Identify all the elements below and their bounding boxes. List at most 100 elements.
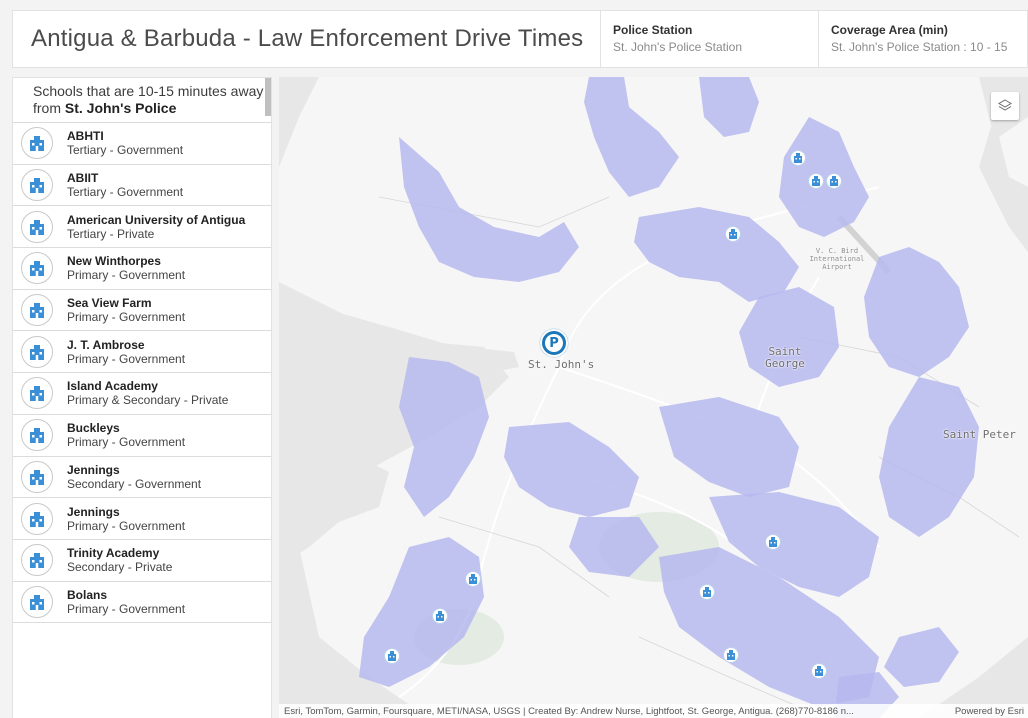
- school-icon: [815, 666, 823, 676]
- school-text: ABIIT Tertiary - Government: [67, 171, 183, 199]
- layer-list-button[interactable]: [991, 92, 1019, 120]
- school-icon: [21, 460, 53, 493]
- coverage-area-selector[interactable]: Coverage Area (min) St. John's Police St…: [818, 11, 1027, 67]
- panel-scrollbar[interactable]: [265, 78, 271, 116]
- schools-panel: Schools that are 10-15 minutes away from…: [12, 77, 272, 718]
- school-type: Primary - Government: [67, 351, 186, 366]
- map-view[interactable]: St. John's Saint George Saint Peter V. C…: [279, 77, 1028, 718]
- school-icon: [436, 611, 444, 621]
- school-type: Primary - Government: [67, 310, 186, 325]
- school-type: Primary - Government: [67, 601, 186, 616]
- school-marker[interactable]: [465, 571, 481, 587]
- police-station-value: St. John's Police Station: [613, 40, 743, 54]
- school-icon: [21, 585, 53, 618]
- map-label-saint-peter: Saint Peter: [943, 428, 1016, 441]
- map-label-st-johns: St. John's: [528, 358, 595, 371]
- school-text: Island Academy Primary & Secondary - Priv…: [67, 379, 228, 407]
- school-name: American University of Antigua: [67, 212, 246, 227]
- school-text: Jennings Secondary - Government: [67, 463, 201, 491]
- school-list-item[interactable]: Island Academy Primary & Secondary - Priv…: [13, 373, 271, 415]
- app-root: Antigua & Barbuda - Law Enforcement Driv…: [0, 0, 1028, 718]
- school-text: Bolans Primary - Government: [67, 588, 185, 616]
- police-station-selector[interactable]: Police Station St. John's Police Station: [600, 11, 818, 67]
- school-icon: [727, 650, 735, 660]
- school-text: J. T. Ambrose Primary - Government: [67, 338, 185, 366]
- school-marker[interactable]: [384, 648, 400, 664]
- school-name: Jennings: [67, 504, 120, 519]
- coverage-area-value: St. John's Police Station : 10 - 15: [831, 40, 1008, 54]
- school-list-item[interactable]: Trinity Academy Secondary - Private: [13, 539, 271, 582]
- school-list-item[interactable]: New Winthorpes Primary - Government: [13, 248, 271, 290]
- school-list-item[interactable]: ABIIT Tertiary - Government: [13, 164, 271, 207]
- school-icon: [830, 176, 838, 186]
- header: Antigua & Barbuda - Law Enforcement Driv…: [12, 10, 1028, 68]
- school-name: New Winthorpes: [67, 254, 161, 269]
- school-icon: [794, 153, 802, 163]
- attribution-credit: Esri, TomTom, Garmin, Foursquare, METI/N…: [284, 705, 854, 717]
- school-icon: [21, 252, 53, 285]
- school-name: Jennings: [67, 462, 120, 477]
- school-icon: [769, 537, 777, 547]
- coverage-area-label: Coverage Area (min): [831, 23, 948, 37]
- school-type: Tertiary - Government: [67, 143, 184, 158]
- basemap: [279, 77, 1028, 718]
- heading-station: St. John's Police: [64, 100, 177, 116]
- layers-icon: [998, 99, 1012, 111]
- school-name: ABIIT: [67, 171, 99, 186]
- school-icon: [21, 377, 53, 410]
- school-name: Sea View Farm: [67, 296, 152, 311]
- map-label-saint-george: Saint George: [765, 345, 805, 370]
- school-icon: [21, 502, 53, 535]
- schools-panel-heading: Schools that are 10-15 minutes away from…: [13, 78, 271, 123]
- school-list-item[interactable]: ABHTI Tertiary - Government: [13, 123, 271, 165]
- school-text: American University of Antigua Tertiary -…: [67, 213, 245, 241]
- school-icon: [729, 229, 737, 239]
- school-marker[interactable]: [811, 663, 827, 679]
- school-type: Secondary - Private: [67, 560, 173, 575]
- school-name: Bolans: [67, 587, 108, 602]
- school-marker[interactable]: [790, 150, 806, 166]
- school-marker[interactable]: [723, 647, 739, 663]
- school-text: ABHTI Tertiary - Government: [67, 129, 183, 157]
- police-station-marker[interactable]: P: [540, 329, 568, 357]
- school-list-item[interactable]: Jennings Primary - Government: [13, 498, 271, 540]
- school-type: Primary - Government: [67, 268, 186, 283]
- school-icon: [21, 544, 53, 577]
- school-icon: [21, 335, 53, 368]
- school-icon: [21, 210, 53, 243]
- school-type: Tertiary - Government: [67, 185, 184, 200]
- school-marker[interactable]: [432, 608, 448, 624]
- school-list-item[interactable]: American University of Antigua Tertiary -…: [13, 206, 271, 249]
- school-name: J. T. Ambrose: [67, 337, 145, 352]
- powered-by-link[interactable]: Powered by Esri: [955, 706, 1024, 717]
- school-text: Trinity Academy Secondary - Private: [67, 546, 172, 574]
- school-icon: [21, 294, 53, 327]
- map-attribution: Esri, TomTom, Garmin, Foursquare, METI/N…: [279, 704, 1028, 718]
- school-icon: [21, 127, 53, 160]
- school-name: ABHTI: [67, 129, 104, 144]
- school-marker[interactable]: [826, 173, 842, 189]
- school-list-item[interactable]: Buckleys Primary - Government: [13, 414, 271, 457]
- school-text: Buckleys Primary - Government: [67, 421, 185, 449]
- police-icon: P: [545, 334, 563, 352]
- school-marker[interactable]: [765, 534, 781, 550]
- school-list-item[interactable]: Bolans Primary - Government: [13, 581, 271, 624]
- school-name: Buckleys: [67, 421, 120, 436]
- school-text: Jennings Primary - Government: [67, 505, 185, 533]
- school-name: Island Academy: [67, 379, 158, 394]
- school-list-item[interactable]: Jennings Secondary - Government: [13, 456, 271, 499]
- school-marker[interactable]: [699, 584, 715, 600]
- school-type: Primary - Government: [67, 435, 186, 450]
- school-marker[interactable]: [808, 173, 824, 189]
- school-icon: [21, 169, 53, 202]
- page-title: Antigua & Barbuda - Law Enforcement Driv…: [31, 25, 584, 52]
- school-icon: [21, 419, 53, 452]
- school-list-item[interactable]: Sea View Farm Primary - Government: [13, 289, 271, 332]
- school-type: Primary & Secondary - Private: [67, 393, 229, 408]
- school-list: ABHTI Tertiary - Government ABIIT Tertiary …: [13, 123, 271, 624]
- school-type: Tertiary - Private: [67, 226, 155, 241]
- school-marker[interactable]: [725, 226, 741, 242]
- school-text: Sea View Farm Primary - Government: [67, 296, 185, 324]
- school-list-item[interactable]: J. T. Ambrose Primary - Government: [13, 331, 271, 374]
- school-name: Trinity Academy: [67, 546, 160, 561]
